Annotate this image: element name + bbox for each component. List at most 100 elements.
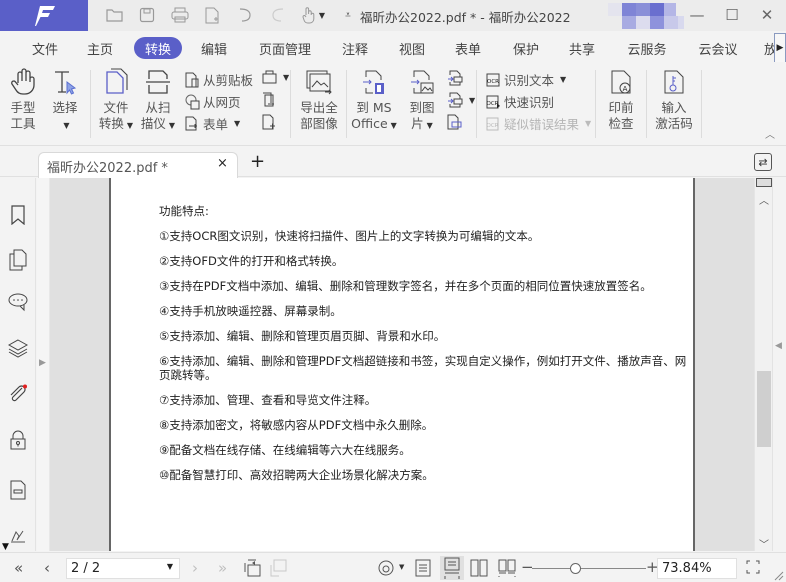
scroll-down-icon[interactable]: ﹀ bbox=[759, 536, 769, 551]
comments-icon[interactable] bbox=[6, 290, 30, 314]
app-logo[interactable] bbox=[0, 0, 88, 31]
security-icon[interactable] bbox=[6, 428, 30, 452]
file-convert-icon bbox=[106, 68, 128, 94]
layers-icon[interactable] bbox=[6, 336, 30, 360]
minimize-button[interactable]: — bbox=[680, 2, 714, 28]
attachment-icon[interactable] bbox=[6, 382, 30, 406]
select-tool-button[interactable]: 选择 ▼ bbox=[48, 68, 82, 134]
signature-icon[interactable] bbox=[6, 523, 30, 547]
from-web-button[interactable]: 从网页 bbox=[185, 92, 241, 111]
to-image-button[interactable]: 到图片 ▼ bbox=[402, 68, 442, 134]
sidebar-more-icon[interactable]: ▼ bbox=[2, 542, 9, 552]
tab-form[interactable]: 表单 bbox=[448, 37, 488, 59]
ribbon-toolbar: 手型 工具 选择 ▼ 文件 转换 ▼ 从扫 描仪 ▼ 从剪贴板 从网页 表单 ▼ ▼ 导出全部… bbox=[0, 62, 786, 146]
to-pdfa-button[interactable] bbox=[447, 114, 462, 130]
hand-touch-icon[interactable]: ▼ bbox=[298, 4, 328, 26]
form-button[interactable]: 表单 ▼ bbox=[185, 114, 240, 133]
next-view-icon[interactable] bbox=[270, 559, 288, 577]
tab-file[interactable]: 文件 bbox=[25, 37, 65, 59]
bookmark-icon[interactable] bbox=[6, 203, 30, 227]
open-folder-icon[interactable] bbox=[103, 4, 127, 26]
from-scanner-button[interactable]: 从扫 描仪 ▼ bbox=[138, 68, 178, 134]
redo-icon[interactable] bbox=[266, 4, 290, 26]
content-line: ③支持在PDF文档中添加、编辑、删除和管理数字签名，并在多个页面的相同位置快速放… bbox=[159, 279, 652, 293]
fullscreen-icon[interactable] bbox=[746, 560, 760, 574]
scroll-top-handle[interactable] bbox=[756, 178, 772, 187]
to-image-icon bbox=[411, 70, 434, 94]
tab-cloud-meeting[interactable]: 云会议 bbox=[693, 37, 743, 59]
expand-right-panel-icon[interactable]: ◀ bbox=[775, 341, 782, 351]
document-tab[interactable]: 福昕办公2022.pdf * × bbox=[38, 152, 238, 178]
maximize-button[interactable]: ☐ bbox=[715, 2, 749, 28]
user-avatar[interactable] bbox=[604, 3, 684, 29]
more-formats-icon bbox=[448, 92, 463, 108]
ocr-text-button[interactable]: OCR 识别文本 ▼ bbox=[485, 70, 566, 89]
continuous-facing-view-icon[interactable] bbox=[498, 559, 516, 577]
enter-activation-code-button[interactable]: 输入 激活码 bbox=[652, 68, 696, 132]
first-page-button[interactable]: « bbox=[14, 559, 23, 577]
new-document-button[interactable] bbox=[262, 114, 276, 130]
next-page-button[interactable]: › bbox=[192, 559, 198, 577]
close-tab-icon[interactable]: × bbox=[217, 156, 228, 171]
create-blank-button[interactable]: ▼ bbox=[262, 70, 289, 84]
to-ms-office-button[interactable]: 到 MS Office ▼ bbox=[351, 68, 397, 134]
hand-tool-button[interactable]: 手型 工具 bbox=[6, 68, 40, 132]
quick-ocr-button[interactable]: OCR 快速识别 bbox=[485, 92, 554, 111]
expand-panel-icon[interactable]: ▶ bbox=[39, 358, 46, 368]
to-more-formats-button[interactable]: ▼ bbox=[447, 92, 475, 108]
tab-convert[interactable]: 转换 bbox=[134, 37, 182, 59]
read-mode-dropdown-icon[interactable]: ▼ bbox=[399, 563, 404, 571]
page-dropdown-icon[interactable]: ▼ bbox=[167, 562, 173, 571]
separator bbox=[476, 70, 477, 138]
pages-icon[interactable] bbox=[6, 248, 30, 272]
save-icon[interactable] bbox=[135, 4, 159, 26]
tab-cloud-service[interactable]: 云服务 bbox=[622, 37, 672, 59]
tab-page-management[interactable]: 页面管理 bbox=[254, 37, 316, 59]
sidebar-collapse-handle[interactable]: ▶ bbox=[37, 178, 50, 551]
previous-page-button[interactable]: ‹ bbox=[44, 559, 50, 577]
tab-view[interactable]: 视图 bbox=[392, 37, 432, 59]
print-icon[interactable] bbox=[168, 4, 192, 26]
file-convert-button[interactable]: 文件 转换 ▼ bbox=[96, 68, 136, 134]
from-clipboard-button[interactable]: 从剪贴板 bbox=[185, 70, 253, 89]
continuous-view-button[interactable] bbox=[440, 556, 464, 580]
read-mode-icon[interactable] bbox=[378, 560, 394, 576]
suspect-results-button[interactable]: OCR 疑似错误结果 ▼ bbox=[485, 114, 591, 133]
zoom-out-button[interactable]: − bbox=[521, 558, 534, 576]
combine-icon bbox=[263, 92, 274, 107]
pdf-page[interactable]: 功能特点: ①支持OCR图文识别，快速将扫描件、图片上的文字转换为可编辑的文本。… bbox=[109, 178, 695, 551]
tab-share[interactable]: 共享 bbox=[562, 37, 602, 59]
preflight-button[interactable]: A 印前 检查 bbox=[602, 68, 640, 132]
content-line: ⑧支持添加密文，将敏感内容从PDF文档中永久删除。 bbox=[159, 418, 434, 432]
export-all-images-button[interactable]: 导出全 部图像 bbox=[296, 68, 342, 132]
facing-view-icon[interactable] bbox=[470, 559, 488, 577]
toggle-panel-icon[interactable]: ⇄ bbox=[754, 153, 772, 171]
previous-view-icon[interactable] bbox=[244, 559, 262, 577]
scrollbar-thumb[interactable] bbox=[757, 371, 771, 447]
close-button[interactable]: ✕ bbox=[750, 2, 784, 28]
zoom-slider-track[interactable] bbox=[532, 568, 646, 569]
tab-protect[interactable]: 保护 bbox=[506, 37, 546, 59]
new-page-icon[interactable] bbox=[200, 4, 224, 26]
tab-comment[interactable]: 注释 bbox=[335, 37, 375, 59]
ribbon-scroll-right-button[interactable]: ▶ bbox=[774, 33, 786, 63]
zoom-level-input[interactable]: 73.84% bbox=[657, 558, 737, 579]
form-icon bbox=[185, 116, 197, 130]
tab-edit[interactable]: 编辑 bbox=[194, 37, 234, 59]
vertical-scrollbar[interactable]: ︿ ﹀ bbox=[754, 178, 772, 551]
single-page-view-icon[interactable] bbox=[415, 559, 431, 577]
new-tab-button[interactable]: + bbox=[250, 151, 265, 172]
resize-grip-icon[interactable] bbox=[772, 569, 784, 581]
form-fields-icon[interactable] bbox=[6, 478, 30, 502]
collapse-ribbon-icon[interactable]: ︿ bbox=[765, 126, 775, 141]
scroll-up-icon[interactable]: ︿ bbox=[759, 192, 769, 207]
tab-home[interactable]: 主页 bbox=[80, 37, 120, 59]
undo-icon[interactable] bbox=[233, 4, 257, 26]
last-page-button[interactable]: » bbox=[218, 559, 227, 577]
to-other-format-button[interactable] bbox=[447, 70, 463, 86]
customize-dropdown-icon[interactable]: ⩡ bbox=[336, 4, 360, 26]
page-number-input[interactable]: 2 / 2 ▼ bbox=[66, 558, 180, 579]
web-page-icon bbox=[185, 94, 200, 109]
combine-files-button[interactable] bbox=[262, 92, 277, 108]
zoom-slider-thumb[interactable] bbox=[570, 563, 582, 574]
